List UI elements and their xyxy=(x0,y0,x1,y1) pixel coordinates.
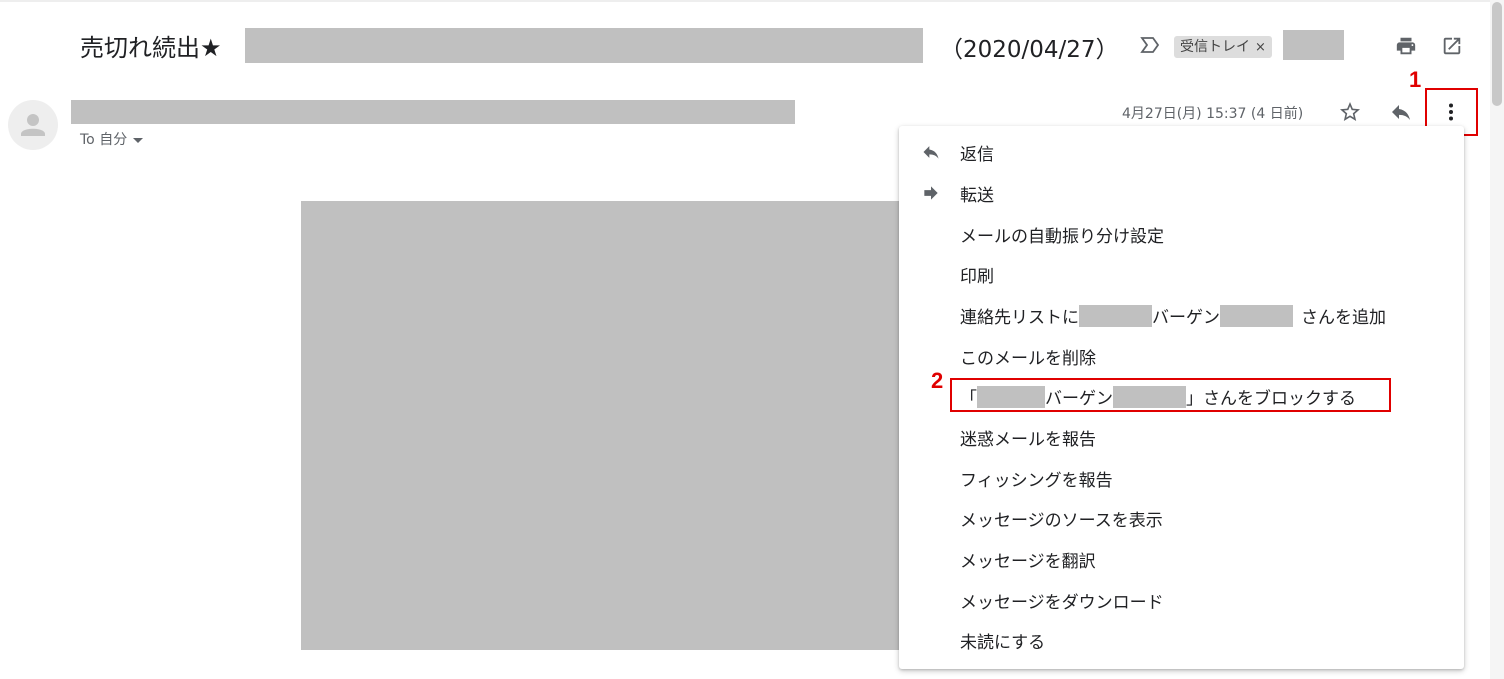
menu-item-filter[interactable]: メールの自動振り分け設定 xyxy=(899,214,1464,254)
redacted-contact-name xyxy=(1079,305,1152,327)
inbox-label-chip[interactable]: 受信トレイ × xyxy=(1174,36,1272,58)
menu-item-reply[interactable]: 返信 xyxy=(899,132,1464,172)
recipient-line[interactable]: To 自分 xyxy=(80,129,144,149)
scrollbar[interactable] xyxy=(1490,0,1504,679)
menu-item-label: 連絡先リストに バーゲン さんを追加 xyxy=(960,303,1386,328)
star-icon[interactable] xyxy=(1338,100,1362,124)
menu-item-print[interactable]: 印刷 xyxy=(899,254,1464,294)
menu-item-label: メッセージをダウンロード xyxy=(960,593,1164,613)
remove-label-icon[interactable]: × xyxy=(1255,40,1266,55)
menu-item-report-spam[interactable]: 迷惑メールを報告 xyxy=(899,417,1464,457)
menu-item-label: メッセージを翻訳 xyxy=(960,552,1096,572)
recipient-text: To 自分 xyxy=(80,132,128,148)
menu-item-show-original[interactable]: メッセージのソースを表示 xyxy=(899,498,1464,538)
add-contact-middle: バーゲン xyxy=(1152,308,1220,328)
menu-item-mark-unread[interactable]: 未読にする xyxy=(899,620,1464,660)
menu-item-label: 転送 xyxy=(960,186,994,206)
chevron-down-icon[interactable] xyxy=(133,137,144,143)
menu-item-label: このメールを削除 xyxy=(960,349,1096,369)
menu-item-translate[interactable]: メッセージを翻訳 xyxy=(899,539,1464,579)
default-avatar-icon xyxy=(8,100,58,150)
annotation-box-block-item xyxy=(950,378,1391,412)
redacted-email-body xyxy=(301,201,901,650)
email-subject: 売切れ続出★ xyxy=(80,34,222,62)
add-contact-prefix: 連絡先リストに xyxy=(960,308,1079,328)
menu-item-download[interactable]: メッセージをダウンロード xyxy=(899,580,1464,620)
reply-icon[interactable] xyxy=(1389,100,1413,124)
forward-icon xyxy=(924,186,938,200)
email-timestamp: 4月27日(月) 15:37 (4 日前) xyxy=(1122,106,1304,122)
top-divider xyxy=(0,0,1490,2)
menu-item-label: メッセージのソースを表示 xyxy=(960,511,1163,531)
add-contact-suffix: さんを追加 xyxy=(1301,308,1386,328)
menu-item-delete[interactable]: このメールを削除 xyxy=(899,336,1464,376)
menu-item-label: メールの自動振り分け設定 xyxy=(960,227,1164,247)
scrollbar-thumb[interactable] xyxy=(1492,2,1502,106)
redacted-sender xyxy=(71,100,795,124)
annotation-step-1: 1 xyxy=(1409,67,1422,92)
email-subject-date: （2020/04/27） xyxy=(940,37,1119,63)
redacted-subject xyxy=(245,28,923,63)
menu-item-label: 印刷 xyxy=(960,267,994,287)
annotation-step-2: 2 xyxy=(931,368,944,393)
redacted-label xyxy=(1283,30,1344,60)
open-in-new-window-icon[interactable] xyxy=(1440,34,1464,58)
menu-item-report-phishing[interactable]: フィッシングを報告 xyxy=(899,458,1464,498)
menu-item-add-contact[interactable]: 連絡先リストに バーゲン さんを追加 xyxy=(899,295,1464,335)
importance-marker-icon[interactable] xyxy=(1140,36,1160,54)
menu-item-label: 迷惑メールを報告 xyxy=(960,430,1096,450)
print-icon[interactable] xyxy=(1394,34,1418,58)
label-chip-text: 受信トレイ xyxy=(1180,39,1250,55)
menu-item-label: 未読にする xyxy=(960,633,1046,653)
menu-item-forward[interactable]: 転送 xyxy=(899,173,1464,213)
redacted-contact-name xyxy=(1220,305,1293,327)
menu-item-label: フィッシングを報告 xyxy=(960,471,1113,491)
reply-icon xyxy=(923,146,939,159)
menu-item-label: 返信 xyxy=(960,145,994,165)
